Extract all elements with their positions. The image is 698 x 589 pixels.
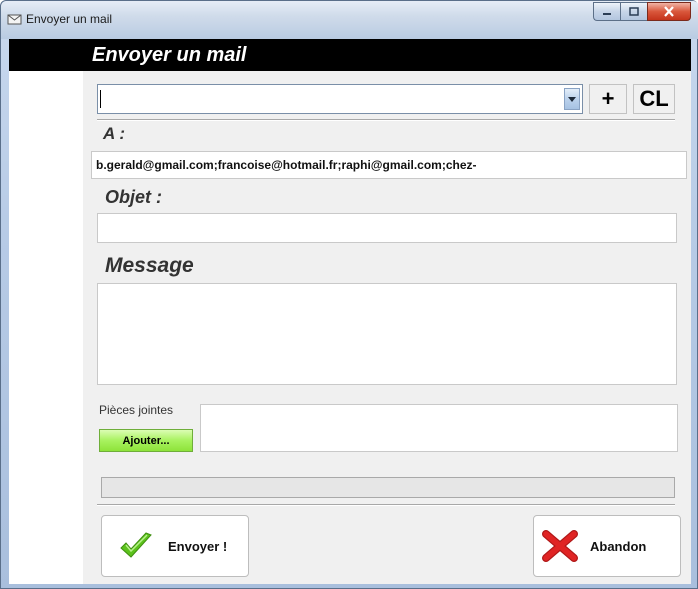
- maximize-button[interactable]: [620, 2, 647, 21]
- window-controls: [593, 2, 691, 21]
- cancel-button-label: Abandon: [590, 538, 647, 554]
- progress-bar: [101, 477, 675, 498]
- client-area: Envoyer un mail + CL A : b.gerald@gmail.…: [9, 39, 691, 584]
- divider: [97, 119, 675, 121]
- header-bar: Envoyer un mail: [9, 39, 691, 71]
- add-attachment-button[interactable]: Ajouter...: [99, 429, 193, 452]
- mail-icon: [7, 14, 22, 25]
- chevron-down-icon: [568, 96, 576, 102]
- minimize-icon: [603, 12, 611, 15]
- red-x-icon: [542, 530, 578, 562]
- subject-label: Objet :: [105, 187, 162, 207]
- divider: [97, 504, 675, 506]
- send-button-label: Envoyer !: [168, 538, 228, 554]
- cancel-button[interactable]: Abandon: [533, 515, 681, 577]
- attachments-label: Pièces jointes: [99, 403, 174, 417]
- to-field[interactable]: b.gerald@gmail.com;francoise@hotmail.fr;…: [91, 151, 687, 179]
- maximize-icon: [629, 7, 639, 16]
- mail-form: + CL A : b.gerald@gmail.com;francoise@ho…: [83, 71, 691, 584]
- checkmark-icon: [120, 532, 152, 558]
- minimize-button[interactable]: [593, 2, 620, 21]
- application-window: Envoyer un mail Envoyer un mail + CL A:…: [0, 0, 698, 589]
- to-value: b.gerald@gmail.com;francoise@hotmail.fr;…: [96, 158, 477, 172]
- attachments-list[interactable]: [200, 404, 678, 452]
- title-bar[interactable]: Envoyer un mail: [1, 1, 698, 39]
- message-textarea[interactable]: [97, 283, 677, 385]
- page-title: Envoyer un mail: [92, 44, 247, 66]
- close-button[interactable]: [647, 2, 691, 21]
- text-caret: [100, 90, 101, 108]
- to-label: A :: [103, 124, 126, 143]
- subject-input[interactable]: [97, 213, 677, 243]
- left-margin: [9, 71, 83, 584]
- recipient-combo[interactable]: [97, 84, 583, 114]
- message-label: Message: [105, 254, 194, 277]
- combo-dropdown-button[interactable]: [564, 88, 580, 110]
- cl-button[interactable]: CL: [633, 84, 675, 114]
- add-recipient-button[interactable]: +: [589, 84, 627, 114]
- close-icon: [664, 6, 674, 17]
- send-button[interactable]: Envoyer !: [101, 515, 249, 577]
- window-title: Envoyer un mail: [26, 12, 113, 26]
